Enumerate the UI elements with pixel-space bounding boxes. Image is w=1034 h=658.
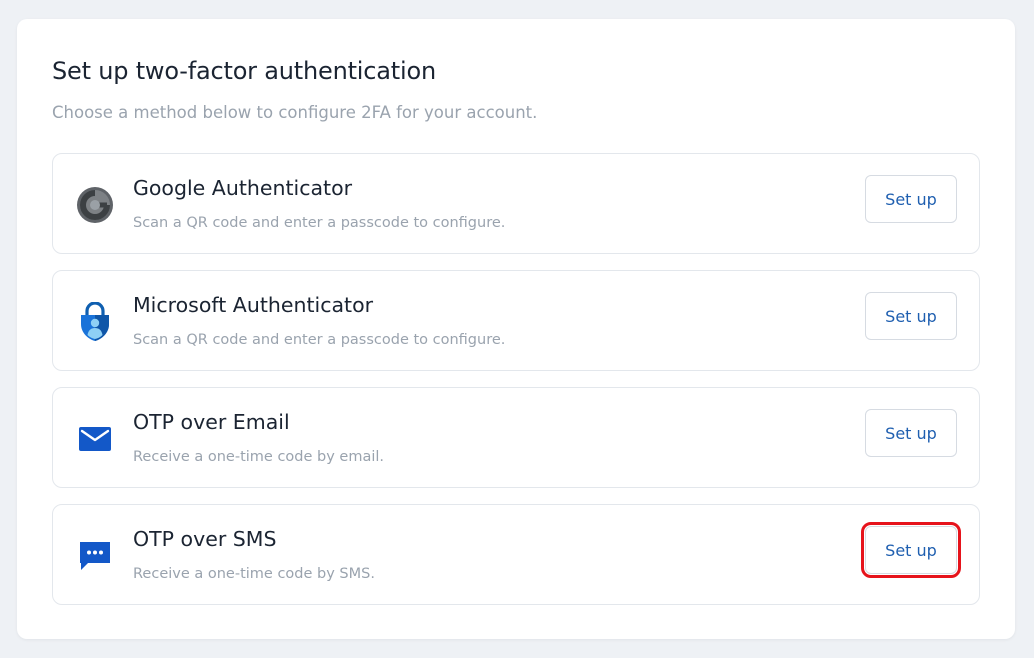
google-authenticator-setup-button[interactable]: Set up [865,175,957,223]
sms-setup-button[interactable]: Set up [861,522,961,578]
google-authenticator-icon [75,185,115,225]
method-otp-sms: OTP over SMS Receive a one-time code by … [52,504,980,605]
two-factor-setup-card: Set up two-factor authentication Choose … [17,19,1015,639]
sms-icon [75,536,115,576]
method-description: Receive a one-time code by email. [133,449,385,465]
method-otp-email: OTP over Email Receive a one-time code b… [52,387,980,488]
method-name: Microsoft Authenticator [133,293,374,317]
page-title: Set up two-factor authentication [52,57,436,85]
method-list: Google Authenticator Scan a QR code and … [52,153,980,621]
method-google-authenticator: Google Authenticator Scan a QR code and … [52,153,980,254]
microsoft-authenticator-icon [75,302,115,342]
method-name: Google Authenticator [133,176,353,200]
method-name: OTP over SMS [133,527,277,551]
method-description: Scan a QR code and enter a passcode to c… [133,332,506,348]
page-subtitle: Choose a method below to configure 2FA f… [52,103,538,122]
microsoft-authenticator-setup-button[interactable]: Set up [865,292,957,340]
method-microsoft-authenticator: Microsoft Authenticator Scan a QR code a… [52,270,980,371]
method-description: Scan a QR code and enter a passcode to c… [133,215,506,231]
method-description: Receive a one-time code by SMS. [133,566,375,582]
method-name: OTP over Email [133,410,290,434]
email-setup-button[interactable]: Set up [865,409,957,457]
mail-icon [75,419,115,459]
